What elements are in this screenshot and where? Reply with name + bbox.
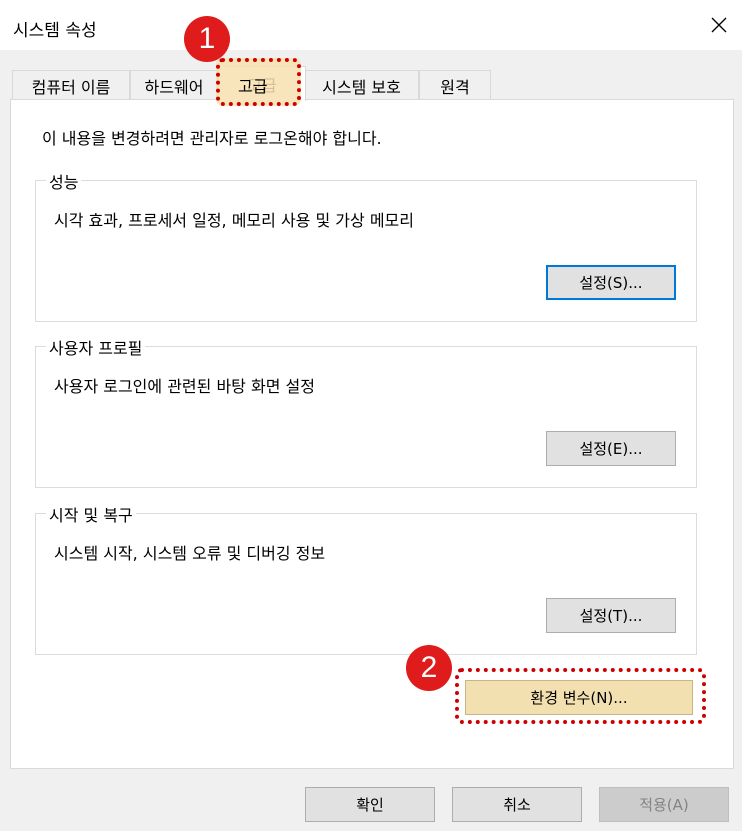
group-description-user-profiles: 사용자 로그인에 관련된 바탕 화면 설정 bbox=[54, 377, 315, 396]
group-title-user-profiles: 사용자 프로필 bbox=[46, 335, 146, 359]
title-bar: 시스템 속성 bbox=[0, 0, 742, 50]
tab-computer-name[interactable]: 컴퓨터 이름 bbox=[12, 70, 130, 100]
tab-label: 시스템 보호 bbox=[322, 77, 401, 97]
window-title: 시스템 속성 bbox=[13, 21, 97, 41]
performance-group: 성능 시각 효과, 프로세서 일정, 메모리 사용 및 가상 메모리 설정(S)… bbox=[35, 169, 697, 322]
startup-recovery-group: 시작 및 복구 시스템 시작, 시스템 오류 및 디버깅 정보 설정(T)... bbox=[35, 502, 697, 655]
admin-notice: 이 내용을 변경하려면 관리자로 로그온해야 합니다. bbox=[42, 129, 382, 148]
ok-button[interactable]: 확인 bbox=[305, 787, 435, 822]
tab-label: 하드웨어 bbox=[144, 77, 204, 97]
cancel-button[interactable]: 취소 bbox=[452, 787, 582, 822]
system-properties-dialog: 시스템 속성 컴퓨터 이름 하드웨어 고급 시스템 보호 원격 고급 1 이 내… bbox=[0, 0, 742, 831]
tab-label: 컴퓨터 이름 bbox=[31, 77, 111, 97]
close-icon bbox=[711, 17, 727, 33]
environment-variables-button[interactable]: 환경 변수(N)... bbox=[465, 680, 693, 715]
group-description-performance: 시각 효과, 프로세서 일정, 메모리 사용 및 가상 메모리 bbox=[54, 211, 414, 230]
tab-system-protection[interactable]: 시스템 보호 bbox=[304, 70, 419, 100]
user-profiles-group: 사용자 프로필 사용자 로그인에 관련된 바탕 화면 설정 설정(E)... bbox=[35, 335, 697, 488]
step-marker-1: 1 bbox=[184, 16, 230, 62]
performance-settings-button[interactable]: 설정(S)... bbox=[546, 265, 676, 300]
startup-recovery-settings-button[interactable]: 설정(T)... bbox=[546, 598, 676, 633]
group-title-startup-recovery: 시작 및 복구 bbox=[46, 502, 136, 526]
apply-button[interactable]: 적용(A) bbox=[599, 787, 729, 822]
user-profiles-settings-button[interactable]: 설정(E)... bbox=[546, 431, 676, 466]
close-button[interactable] bbox=[696, 0, 742, 50]
tab-advanced-label-overlay: 고급 bbox=[238, 77, 268, 96]
tab-remote[interactable]: 원격 bbox=[419, 70, 491, 100]
group-title-performance: 성능 bbox=[46, 169, 82, 193]
step-marker-2: 2 bbox=[406, 645, 452, 691]
tab-label: 원격 bbox=[440, 77, 470, 97]
tab-hardware[interactable]: 하드웨어 bbox=[130, 70, 218, 100]
group-description-startup-recovery: 시스템 시작, 시스템 오류 및 디버깅 정보 bbox=[54, 544, 326, 563]
advanced-tab-panel: 이 내용을 변경하려면 관리자로 로그온해야 합니다. 성능 시각 효과, 프로… bbox=[10, 99, 734, 769]
